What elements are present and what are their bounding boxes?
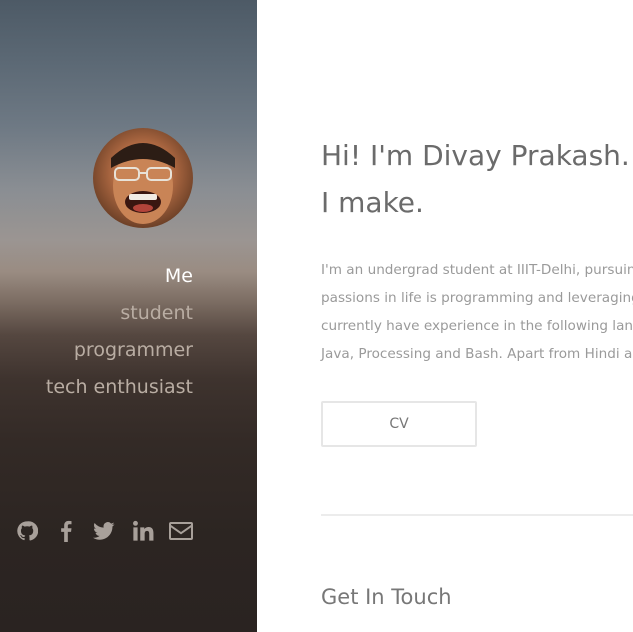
social-links <box>14 516 194 546</box>
email-link[interactable] <box>168 518 194 544</box>
linkedin-link[interactable] <box>130 518 156 544</box>
intro-line: currently have experience in the followi… <box>321 318 633 334</box>
role-student[interactable]: student <box>46 295 193 332</box>
main-content: Hi! I'm Divay Prakash. I make. I'm an un… <box>257 0 633 632</box>
github-link[interactable] <box>14 518 40 544</box>
get-in-touch-heading: Get In Touch <box>321 585 452 609</box>
sidebar: Me student programmer tech enthusiast <box>0 0 257 632</box>
intro-line: Java, Processing and Bash. Apart from Hi… <box>321 346 633 362</box>
github-icon <box>17 521 38 541</box>
linkedin-icon <box>132 520 153 541</box>
role-tech-enthusiast[interactable]: tech enthusiast <box>46 369 193 406</box>
intro-line: passions in life is programming and leve… <box>321 290 633 306</box>
twitter-link[interactable] <box>91 518 117 544</box>
page: Me student programmer tech enthusiast Hi… <box>0 0 633 632</box>
role-list: Me student programmer tech enthusiast <box>46 258 193 406</box>
role-me[interactable]: Me <box>46 258 193 295</box>
role-programmer[interactable]: programmer <box>46 332 193 369</box>
avatar <box>93 128 193 228</box>
email-icon <box>169 522 193 540</box>
facebook-link[interactable] <box>53 518 79 544</box>
cv-button[interactable]: CV <box>321 401 477 447</box>
twitter-icon <box>93 522 115 540</box>
intro-line: I'm an undergrad student at IIIT-Delhi, … <box>321 262 633 278</box>
avatar-photo <box>111 143 175 224</box>
section-divider <box>321 514 633 516</box>
headline-name: Hi! I'm Divay Prakash. <box>321 139 630 172</box>
headline: Hi! I'm Divay Prakash. I make. <box>321 132 630 226</box>
intro-paragraph: I'm an undergrad student at IIIT-Delhi, … <box>321 256 633 368</box>
facebook-icon <box>60 520 71 542</box>
headline-tagline: I make. <box>321 186 424 219</box>
